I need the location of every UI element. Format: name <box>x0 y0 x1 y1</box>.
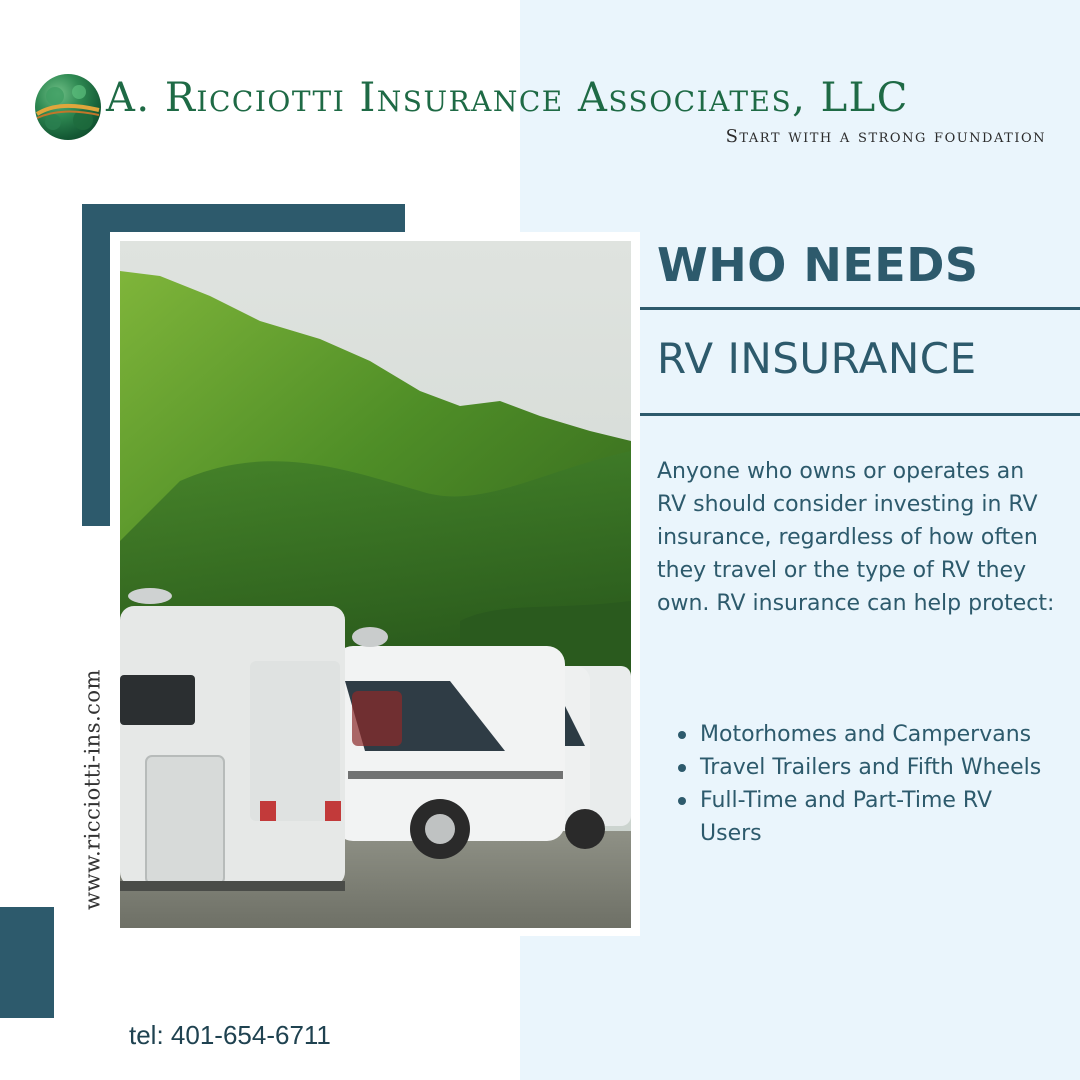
heading-divider-bottom <box>640 413 1080 416</box>
phone-number[interactable]: tel: 401-654-6711 <box>129 1020 331 1051</box>
decorative-corner-block <box>0 907 54 1018</box>
list-item: Travel Trailers and Fifth Wheels <box>678 751 1060 784</box>
company-logo-icon <box>35 74 101 140</box>
heading-who-needs: WHO NEEDS <box>657 238 979 292</box>
list-item: Full-Time and Part-Time RV Users <box>678 784 1060 850</box>
decorative-frame-left-bar <box>82 204 110 526</box>
list-item-text: Motorhomes and Campervans <box>700 722 1032 747</box>
heading-rv-insurance: RV INSURANCE <box>657 334 977 383</box>
bullet-icon <box>678 764 686 772</box>
list-item-text: Full-Time and Part-Time RV Users <box>700 788 993 846</box>
website-url[interactable]: www.ricciotti-ins.com <box>81 645 105 935</box>
rv-campsite-photo <box>120 241 631 928</box>
list-item: Motorhomes and Campervans <box>678 718 1060 751</box>
intro-paragraph: Anyone who owns or operates an RV should… <box>657 459 1055 616</box>
bullet-icon <box>678 731 686 739</box>
heading-divider-top <box>640 307 1080 310</box>
company-name: A. Ricciotti Insurance Associates, LLC <box>106 75 909 121</box>
coverage-list: Motorhomes and Campervans Travel Trailer… <box>678 718 1060 850</box>
bullet-icon <box>678 797 686 805</box>
decorative-frame-top-bar <box>82 204 405 232</box>
company-tagline: Start with a strong foundation <box>725 126 1046 147</box>
list-item-text: Travel Trailers and Fifth Wheels <box>700 755 1042 780</box>
